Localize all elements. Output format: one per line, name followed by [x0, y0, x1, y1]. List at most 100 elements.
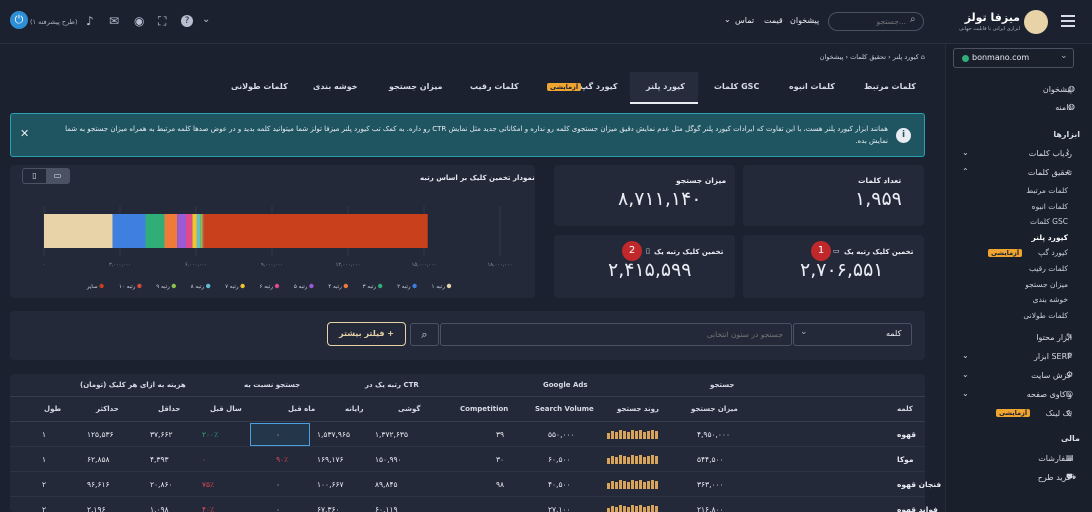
app-root: { "brand":{"name":"میزفا تولز","tagline"…	[0, 0, 1092, 512]
col-length[interactable]: طول	[44, 405, 61, 413]
col-mobile[interactable]: گوشی	[398, 405, 420, 413]
search-trend-sparkline	[607, 430, 659, 439]
cell-volume: ۲۱۶,۸۰۰	[697, 505, 724, 512]
stat-value: ۲,۷۰۶,۵۵۱	[800, 259, 884, 281]
col-volume[interactable]: میزان جستجو	[691, 405, 738, 413]
sidebar-subitem[interactable]: کلمات انبوه	[1032, 202, 1068, 211]
table-row[interactable]	[10, 422, 925, 447]
tab-keyword-planner[interactable]: کیورد پلنر	[646, 82, 685, 91]
sidebar-subitem[interactable]: میزان جستجو	[1025, 280, 1068, 289]
fullscreen-icon[interactable]: ⛶	[158, 14, 166, 29]
group-search: جستجو	[710, 381, 735, 389]
cell-max: ۶۲,۸۵۸	[87, 455, 110, 464]
chart-bar-segment[interactable]	[204, 214, 428, 248]
cell-max: ۹۶,۶۱۶	[87, 480, 110, 489]
chart-bar-segment[interactable]	[196, 214, 201, 248]
mobile-toggle-icon[interactable]: ▯	[23, 169, 46, 183]
power-icon[interactable]: ⏻	[10, 11, 28, 29]
chart-bar-segment[interactable]	[44, 214, 113, 248]
chart-legend-label: رتبه ۴	[328, 284, 342, 290]
tab-gsc[interactable]: کلمات GSC	[714, 82, 759, 91]
desktop-icon: ▭	[833, 247, 840, 255]
nav-link-contact[interactable]: تماس	[735, 16, 754, 25]
tab-clustering[interactable]: خوشه بندی	[313, 82, 358, 91]
chart-bar-segment[interactable]	[112, 214, 146, 248]
tab-competitor[interactable]: کلمات رقیب	[470, 82, 519, 91]
chart-legend-swatch	[446, 283, 452, 289]
col-month[interactable]: ماه قبل	[288, 405, 315, 413]
table-row[interactable]	[10, 497, 925, 512]
link-icon: ∞	[1066, 408, 1073, 417]
chart-legend-swatch	[206, 283, 211, 289]
bell-icon[interactable]: ♪	[86, 14, 94, 28]
chart-bar-segment[interactable]	[177, 214, 187, 248]
close-icon[interactable]: ✕	[20, 127, 29, 140]
sidebar-subitem[interactable]: کلمات مرتبط	[1026, 186, 1068, 195]
tab-long-tail[interactable]: کلمات طولانی	[231, 82, 288, 91]
group-google-ads: Google Ads	[543, 381, 588, 389]
help-icon[interactable]: ?	[181, 15, 193, 27]
table-row[interactable]	[10, 472, 925, 497]
sidebar-subitem[interactable]: کیورد گپ	[1038, 248, 1068, 257]
col-max[interactable]: حداکثر	[96, 405, 119, 413]
chart-bar-segment[interactable]	[186, 214, 193, 248]
chart-bar-segment[interactable]	[202, 214, 205, 248]
cell-len: ۲	[42, 480, 47, 489]
top-search-input[interactable]	[834, 15, 906, 28]
menu-icon[interactable]	[1061, 15, 1075, 27]
cell-len: ۱	[42, 455, 47, 464]
table-row[interactable]	[10, 447, 925, 472]
chart-bar-segment[interactable]	[164, 214, 178, 248]
sidebar-subitem[interactable]: کلمات طولانی	[1023, 311, 1068, 320]
desktop-toggle-icon[interactable]: ▭	[46, 169, 69, 183]
more-filters-label: فیلتر بیشتر	[339, 329, 385, 338]
cell-desktop: ۱۶۹,۱۷۶	[317, 455, 344, 464]
chart-bar-segment[interactable]	[192, 214, 197, 248]
chart-legend-label: رتبه ۱۰	[119, 284, 136, 290]
chart-tick-label: ۰	[43, 262, 46, 268]
breadcrumb-home[interactable]: پیشخوان	[820, 53, 844, 61]
chart-bar-segment[interactable]	[145, 214, 165, 248]
cell-year: ۲۰۰٪	[202, 430, 219, 439]
chart-title: نمودار تخمین کلیک بر اساس رتبه	[420, 174, 535, 182]
tab-keyword-gap[interactable]: کیورد گپ	[580, 82, 618, 91]
chevron-up-icon: ⌃	[962, 167, 969, 176]
search-button[interactable]: ⌕	[410, 323, 439, 346]
sidebar-subitem[interactable]: کلمات GSC	[1030, 217, 1068, 226]
chat-icon[interactable]: ✉	[109, 14, 119, 28]
more-filters-button[interactable]: فیلتر بیشتر +	[327, 322, 406, 346]
col-trend[interactable]: روند جستجو	[617, 405, 659, 413]
col-competition[interactable]: Competition	[460, 405, 508, 413]
device-toggle[interactable]: ▯ ▭	[22, 168, 70, 184]
sidebar-subitem[interactable]: کیورد پلنر	[1031, 233, 1068, 242]
nav-link-pricing[interactable]: قیمت	[764, 16, 783, 25]
sidebar-subitem[interactable]: خوشه بندی	[1033, 295, 1068, 304]
tab-search-volume[interactable]: میزان جستجو	[389, 82, 443, 91]
breadcrumb-research[interactable]: تحقیق کلمات	[850, 53, 886, 61]
cell-month: ۰	[276, 505, 281, 512]
col-keyword[interactable]: کلمه	[897, 405, 913, 413]
chart-legend-label: رتبه ۱	[431, 284, 445, 290]
plan-label: (طرح پیشرفته ۱)	[30, 18, 78, 26]
chart-tick-label: ۶,۰۰۰,۰۰۰	[185, 262, 207, 268]
cell-comp: ۳۹	[496, 430, 505, 439]
tab-related[interactable]: کلمات مرتبط	[864, 82, 916, 91]
pen-icon: ✎	[1066, 332, 1073, 341]
chart-legend-swatch	[274, 283, 280, 289]
col-year[interactable]: سال قبل	[210, 405, 242, 413]
nav-link-dashboard[interactable]: پیشخوان	[790, 16, 819, 25]
chart-bar-segment[interactable]	[200, 214, 203, 248]
col-min[interactable]: حداقل	[158, 405, 180, 413]
col-desktop[interactable]: رایانه	[345, 405, 364, 413]
chevron-down-icon[interactable]: ⌄	[202, 14, 210, 25]
tab-bulk[interactable]: کلمات انبوه	[789, 82, 835, 91]
cell-mobile: ۱۵۰,۹۹۰	[375, 455, 402, 464]
chart-tick-label: ۳,۰۰۰,۰۰۰	[109, 262, 131, 268]
palette-icon[interactable]: ◉	[134, 14, 144, 28]
col-sv[interactable]: Search Volume	[535, 405, 594, 413]
chevron-down-icon: ⌄	[1060, 51, 1068, 61]
cell-comp: ۳۰	[496, 455, 505, 464]
chart-tick-label: ۱۸,۰۰۰,۰۰۰	[488, 262, 513, 268]
column-search-input[interactable]	[440, 323, 792, 346]
sidebar-subitem[interactable]: کلمات رقیب	[1029, 264, 1068, 273]
